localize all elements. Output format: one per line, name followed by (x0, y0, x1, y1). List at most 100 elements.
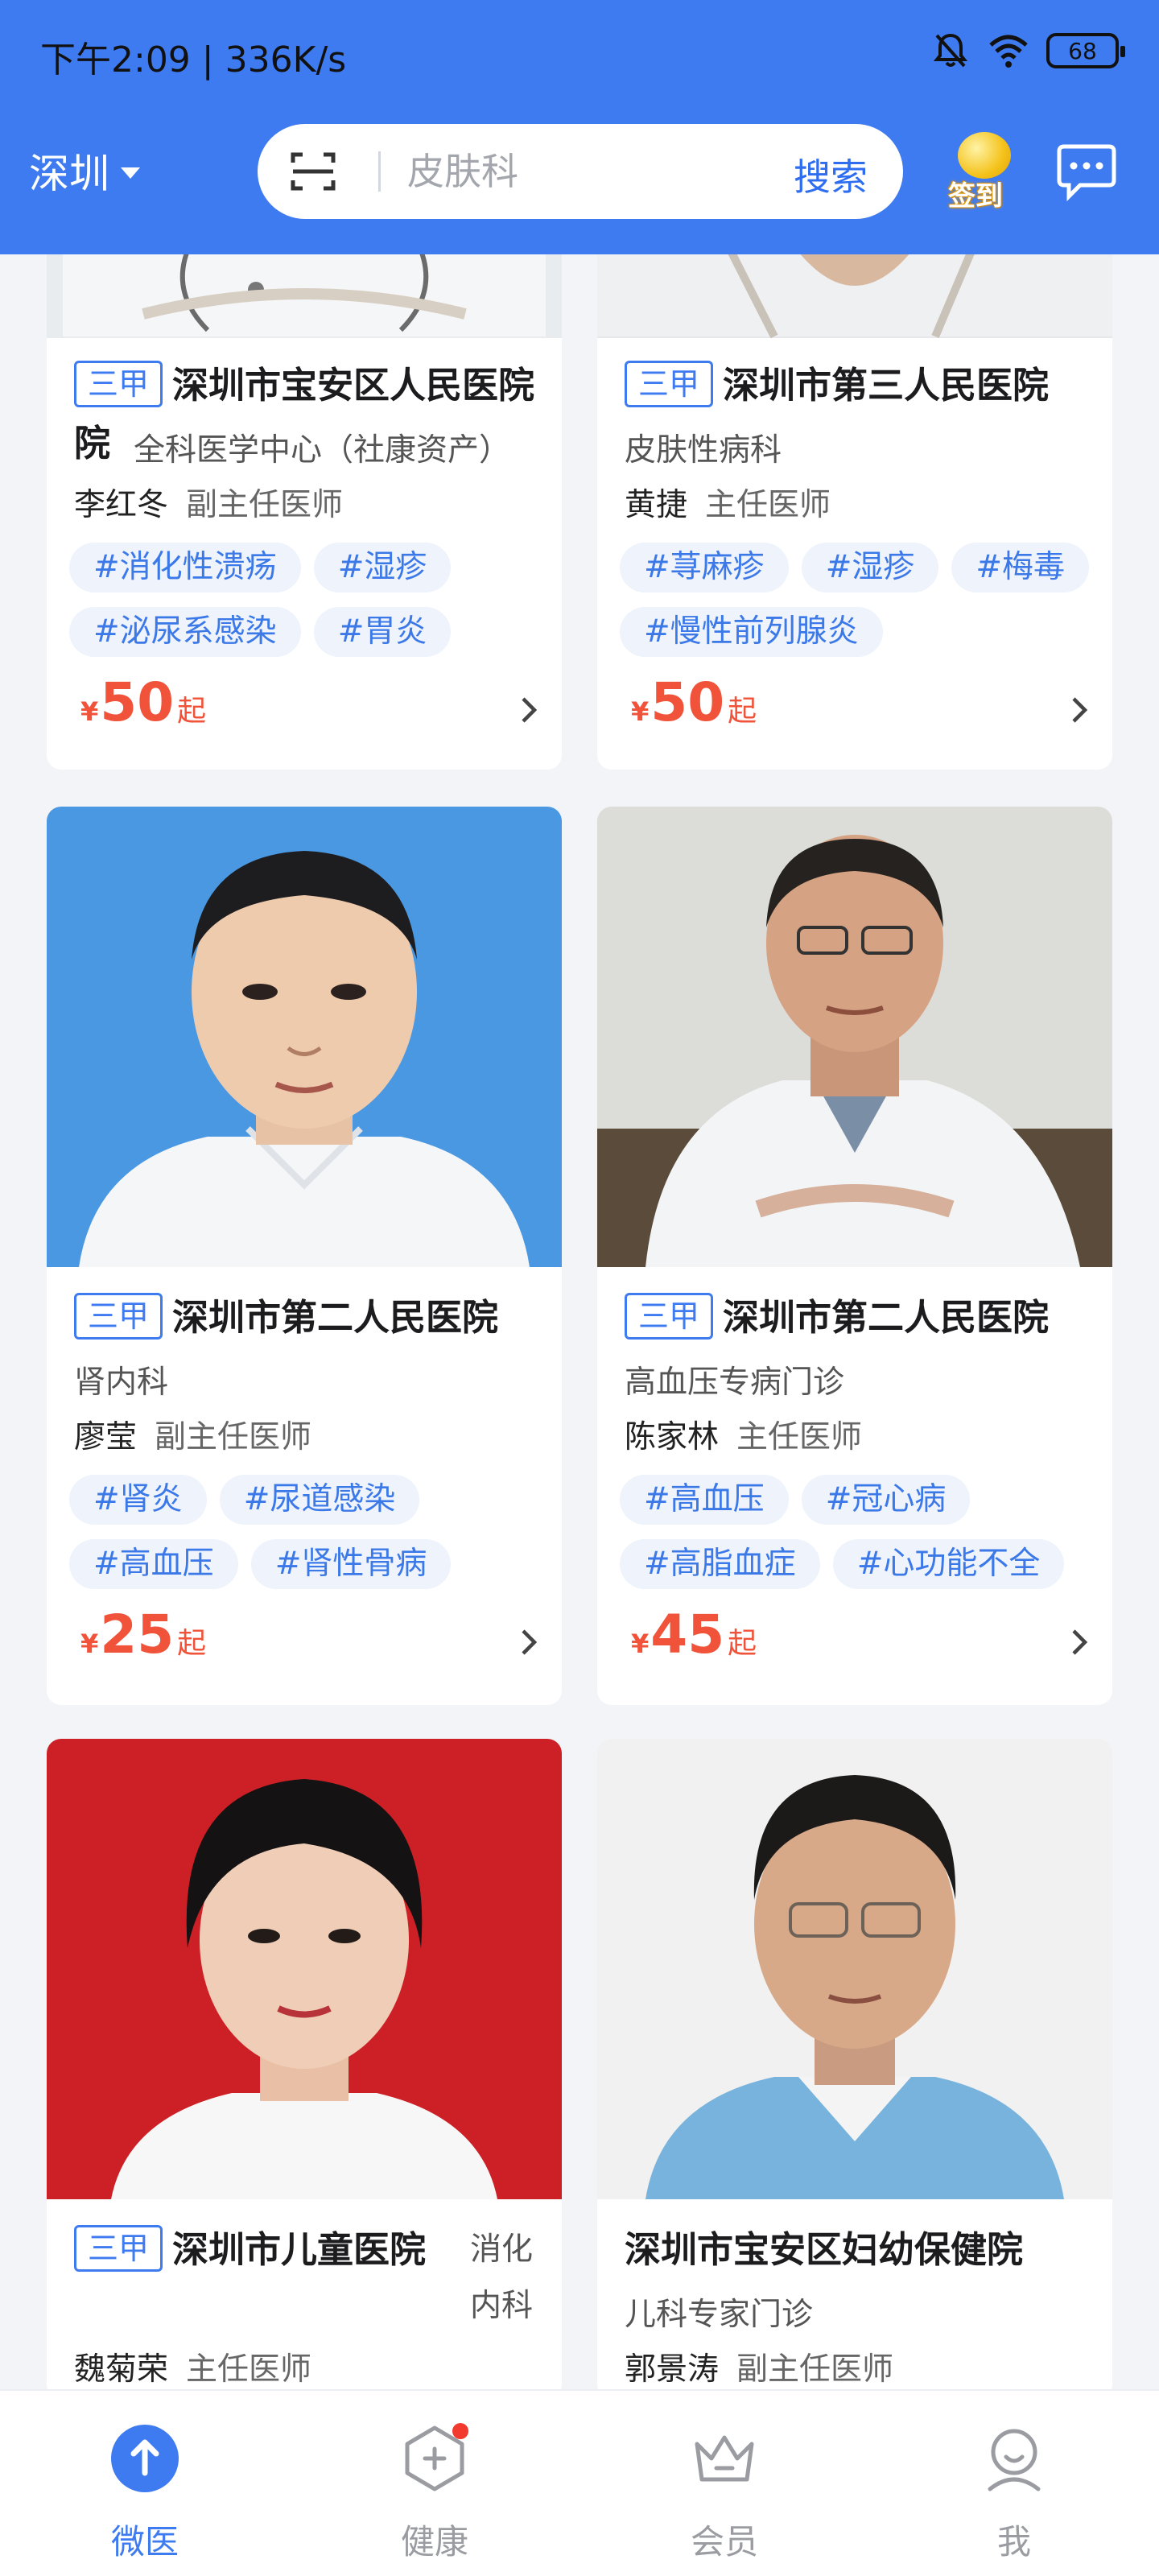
app-header: 下午2:09 | 336K/s 68 深圳 搜索 (0, 0, 1159, 254)
price-value: 25 (100, 1604, 175, 1666)
department-label: 全科医学中心（社康资产） (134, 432, 511, 469)
chevron-right-icon[interactable] (1067, 1626, 1091, 1658)
hospital-label: 深圳市第三人民医院 (723, 364, 1050, 407)
price-suffix: 起 (177, 1627, 207, 1660)
price-suffix: 起 (177, 695, 207, 728)
profile-icon (988, 2429, 1041, 2491)
nav-item-weiyi[interactable]: 微医 (64, 2391, 225, 2576)
currency-symbol: ¥ (80, 696, 99, 727)
chevron-right-icon[interactable] (1067, 694, 1091, 726)
tag[interactable]: #肾性骨病 (250, 1539, 452, 1589)
chevron-down-icon (121, 167, 140, 179)
nav-label: 我 (996, 2522, 1031, 2562)
doctor-card[interactable]: 三甲 深圳市宝安区人民医院 院 全科医学中心（社康资产） 李红冬 副主任医师 #消化… (47, 242, 562, 770)
department-label: 高血压专病门诊 (625, 1364, 845, 1401)
chevron-right-icon[interactable] (517, 1626, 541, 1658)
doctor-title: 副主任医师 (155, 1419, 312, 1455)
grade-badge: 三甲 (74, 1293, 163, 1340)
department-label: 肾内科 (74, 1364, 169, 1401)
doctor-name: 李红冬 (74, 487, 169, 523)
doctor-card[interactable]: 深圳市宝安区妇幼保健院 儿科专家门诊 郭景涛 副主任医师 (597, 1739, 1112, 2399)
doctor-card[interactable]: 三甲 深圳市第三人民医院 皮肤性病科 黄捷 主任医师 #荨麻疹 #湿疹 #梅毒 #慢… (597, 242, 1112, 770)
tag[interactable]: #高血压 (69, 1539, 238, 1589)
department-label: 消化内科 (470, 2231, 534, 2324)
search-bar[interactable]: 搜索 (258, 124, 903, 219)
department-label: 皮肤性病科 (625, 432, 782, 469)
grade-badge: 三甲 (74, 2225, 163, 2272)
search-divider (378, 151, 381, 192)
chevron-right-icon[interactable] (517, 694, 541, 726)
nav-item-me[interactable]: 我 (934, 2391, 1095, 2576)
nav-item-health[interactable]: 健康 (354, 2391, 515, 2576)
grade-badge: 三甲 (625, 1293, 714, 1340)
price: ¥50 起 (80, 671, 206, 733)
tag-list: #荨麻疹 #湿疹 #梅毒 #慢性前列腺炎 (620, 543, 1111, 657)
tag[interactable]: #湿疹 (801, 543, 939, 592)
currency-symbol: ¥ (631, 696, 650, 727)
tag[interactable]: #荨麻疹 (620, 543, 789, 592)
health-icon (405, 2423, 468, 2491)
tag[interactable]: #泌尿系感染 (69, 607, 301, 657)
doctor-photo (597, 1739, 1112, 2199)
nav-label: 会员 (690, 2522, 758, 2562)
search-input[interactable] (407, 145, 745, 198)
coin-icon (958, 132, 1011, 179)
doctor-name: 陈家林 (625, 1419, 720, 1455)
tag[interactable]: #湿疹 (313, 543, 452, 592)
tag[interactable]: #高脂血症 (620, 1539, 820, 1589)
tag-list: #消化性溃疡 #湿疹 #泌尿系感染 #胃炎 (69, 543, 560, 657)
price-suffix: 起 (728, 1627, 757, 1660)
status-bar: 下午2:09 | 336K/s 68 (0, 0, 1159, 105)
mute-bell-icon (933, 33, 968, 68)
tag[interactable]: #冠心病 (801, 1475, 971, 1525)
doctor-title: 主任医师 (705, 487, 831, 523)
tag[interactable]: #胃炎 (313, 607, 452, 657)
scan-icon[interactable] (290, 151, 336, 192)
doctor-photo (47, 1739, 562, 2199)
doctor-name: 魏菊荣 (74, 2351, 169, 2388)
city-selector[interactable]: 深圳 (29, 142, 140, 200)
tag[interactable]: #尿道感染 (219, 1475, 420, 1525)
hospital-name: 三甲 深圳市宝安区人民医院 (74, 357, 549, 414)
crown-icon (695, 2435, 754, 2482)
doctor-card[interactable]: 三甲 深圳市第二人民医院 肾内科 廖莹 副主任医师 #肾炎 #尿道感染 #高血压 #… (47, 807, 562, 1705)
tag-list: #肾炎 #尿道感染 #高血压 #肾性骨病 (69, 1475, 560, 1589)
doctor-photo (597, 807, 1112, 1267)
tag[interactable]: #肾炎 (69, 1475, 207, 1525)
tag[interactable]: #梅毒 (951, 543, 1090, 592)
tag[interactable]: #高血压 (620, 1475, 789, 1525)
price-value: 45 (650, 1604, 725, 1666)
doctor-name: 黄捷 (625, 487, 688, 523)
nav-label: 微医 (110, 2522, 179, 2562)
nav-label: 健康 (400, 2522, 468, 2562)
doctor-info: 廖莹 副主任医师 (74, 1412, 311, 1457)
currency-symbol: ¥ (80, 1629, 99, 1659)
doctor-info: 魏菊荣 主任医师 (74, 2344, 311, 2389)
doctor-card[interactable]: 三甲 深圳市第二人民医院 高血压专病门诊 陈家林 主任医师 #高血压 #冠心病 #高… (597, 807, 1112, 1705)
signin-button[interactable]: 签到 (942, 127, 1022, 216)
doctor-info: 陈家林 主任医师 (625, 1412, 862, 1457)
doctor-card[interactable]: 三甲 深圳市儿童医院 消化内科 魏菊荣 主任医师 (47, 1739, 562, 2399)
hospital-label: 深圳市宝安区人民医院 (172, 364, 535, 407)
hospital-name: 深圳市宝安区妇幼保健院 (625, 2228, 1024, 2271)
doctor-photo (47, 807, 562, 1267)
tag[interactable]: #慢性前列腺炎 (620, 607, 883, 657)
price-value: 50 (100, 671, 175, 733)
tag[interactable]: #心功能不全 (832, 1539, 1065, 1589)
price-value: 50 (650, 671, 725, 733)
grade-badge: 三甲 (625, 361, 714, 407)
doctor-name: 廖莹 (74, 1419, 138, 1455)
doctor-name: 郭景涛 (625, 2351, 720, 2388)
currency-symbol: ¥ (631, 1629, 650, 1659)
doctor-info: 李红冬 副主任医师 (74, 480, 343, 525)
hospital-label: 深圳市第二人民医院 (723, 1296, 1050, 1339)
signin-label: 签到 (948, 180, 1003, 213)
search-button[interactable]: 搜索 (794, 148, 868, 201)
tag[interactable]: #消化性溃疡 (69, 543, 301, 592)
message-icon[interactable] (1056, 142, 1117, 201)
doctor-title: 副主任医师 (736, 2351, 894, 2388)
doctor-title: 主任医师 (186, 2351, 312, 2388)
nav-item-member[interactable]: 会员 (644, 2391, 805, 2576)
hospital-name: 三甲 深圳市第三人民医院 (625, 357, 1099, 414)
city-label: 深圳 (29, 151, 109, 197)
